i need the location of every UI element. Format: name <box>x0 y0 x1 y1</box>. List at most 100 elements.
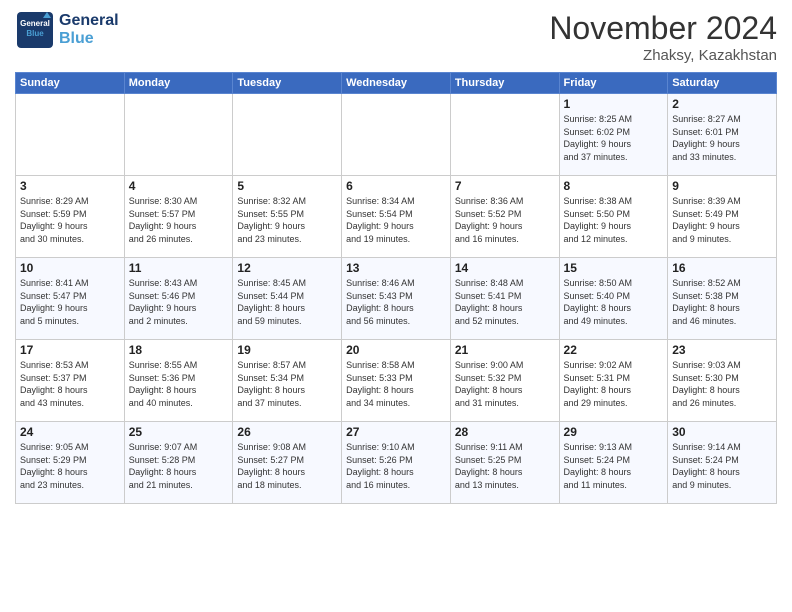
day-number: 15 <box>564 261 664 275</box>
calendar-cell: 22 Sunrise: 9:02 AM Sunset: 5:31 PM Dayli… <box>559 340 668 422</box>
day-info: Sunrise: 8:32 AM Sunset: 5:55 PM Dayligh… <box>237 195 337 245</box>
day-number: 3 <box>20 179 120 193</box>
day-info: Sunrise: 8:29 AM Sunset: 5:59 PM Dayligh… <box>20 195 120 245</box>
day-number: 22 <box>564 343 664 357</box>
col-thursday: Thursday <box>450 73 559 94</box>
calendar-cell: 23Sunrise: 9:03 AM Sunset: 5:30 PM Dayli… <box>668 340 777 422</box>
day-number: 5 <box>237 179 337 193</box>
calendar-cell: 18 Sunrise: 8:55 AM Sunset: 5:36 PM Dayli… <box>124 340 233 422</box>
day-number: 16 <box>672 261 772 275</box>
col-wednesday: Wednesday <box>342 73 451 94</box>
day-number: 26 <box>237 425 337 439</box>
day-info: Sunrise: 8:50 AM Sunset: 5:40 PM Dayligh… <box>564 277 664 327</box>
calendar-cell: 20Sunrise: 8:58 AM Sunset: 5:33 PM Dayli… <box>342 340 451 422</box>
day-number: 18 <box>129 343 229 357</box>
day-number: 21 <box>455 343 555 357</box>
day-number: 12 <box>237 261 337 275</box>
logo-icon: General Blue <box>15 10 55 50</box>
calendar-cell: 12 Sunrise: 8:45 AM Sunset: 5:44 PM Dayli… <box>233 258 342 340</box>
day-number: 24 <box>20 425 120 439</box>
calendar-cell <box>16 94 125 176</box>
col-sunday: Sunday <box>16 73 125 94</box>
day-info: Sunrise: 8:48 AM Sunset: 5:41 PM Dayligh… <box>455 277 555 327</box>
calendar-cell: 9 Sunrise: 8:39 AM Sunset: 5:49 PM Daylig… <box>668 176 777 258</box>
day-info: Sunrise: 8:46 AM Sunset: 5:43 PM Dayligh… <box>346 277 446 327</box>
calendar-cell: 19Sunrise: 8:57 AM Sunset: 5:34 PM Dayli… <box>233 340 342 422</box>
calendar-cell: 28 Sunrise: 9:11 AM Sunset: 5:25 PM Dayli… <box>450 422 559 504</box>
calendar-cell: 8 Sunrise: 8:38 AM Sunset: 5:50 PM Daylig… <box>559 176 668 258</box>
col-tuesday: Tuesday <box>233 73 342 94</box>
calendar-cell: 6Sunrise: 8:34 AM Sunset: 5:54 PM Daylig… <box>342 176 451 258</box>
location: Zhaksy, Kazakhstan <box>549 47 777 64</box>
day-info: Sunrise: 8:55 AM Sunset: 5:36 PM Dayligh… <box>129 359 229 409</box>
day-info: Sunrise: 8:27 AM Sunset: 6:01 PM Dayligh… <box>672 113 772 163</box>
calendar-cell: 15 Sunrise: 8:50 AM Sunset: 5:40 PM Dayli… <box>559 258 668 340</box>
day-info: Sunrise: 9:03 AM Sunset: 5:30 PM Dayligh… <box>672 359 772 409</box>
day-info: Sunrise: 8:34 AM Sunset: 5:54 PM Dayligh… <box>346 195 446 245</box>
calendar-cell: 3 Sunrise: 8:29 AM Sunset: 5:59 PM Daylig… <box>16 176 125 258</box>
calendar-cell: 5 Sunrise: 8:32 AM Sunset: 5:55 PM Daylig… <box>233 176 342 258</box>
day-number: 4 <box>129 179 229 193</box>
day-number: 17 <box>20 343 120 357</box>
calendar: Sunday Monday Tuesday Wednesday Thursday… <box>15 72 777 504</box>
calendar-week-row: 24Sunrise: 9:05 AM Sunset: 5:29 PM Dayli… <box>16 422 777 504</box>
calendar-cell: 1Sunrise: 8:25 AM Sunset: 6:02 PM Daylig… <box>559 94 668 176</box>
day-number: 27 <box>346 425 446 439</box>
day-number: 19 <box>237 343 337 357</box>
day-number: 25 <box>129 425 229 439</box>
day-number: 28 <box>455 425 555 439</box>
logo-text-line2: Blue <box>59 30 119 48</box>
day-info: Sunrise: 8:53 AM Sunset: 5:37 PM Dayligh… <box>20 359 120 409</box>
day-info: Sunrise: 8:58 AM Sunset: 5:33 PM Dayligh… <box>346 359 446 409</box>
day-number: 2 <box>672 97 772 111</box>
calendar-cell: 16 Sunrise: 8:52 AM Sunset: 5:38 PM Dayli… <box>668 258 777 340</box>
day-info: Sunrise: 9:11 AM Sunset: 5:25 PM Dayligh… <box>455 441 555 491</box>
calendar-week-row: 17 Sunrise: 8:53 AM Sunset: 5:37 PM Dayli… <box>16 340 777 422</box>
calendar-cell <box>450 94 559 176</box>
calendar-cell: 21Sunrise: 9:00 AM Sunset: 5:32 PM Dayli… <box>450 340 559 422</box>
col-monday: Monday <box>124 73 233 94</box>
page: General Blue General Blue November 2024 … <box>0 0 792 612</box>
svg-text:Blue: Blue <box>26 29 44 38</box>
calendar-cell: 25 Sunrise: 9:07 AM Sunset: 5:28 PM Dayli… <box>124 422 233 504</box>
calendar-cell: 7 Sunrise: 8:36 AM Sunset: 5:52 PM Daylig… <box>450 176 559 258</box>
calendar-cell: 11Sunrise: 8:43 AM Sunset: 5:46 PM Dayli… <box>124 258 233 340</box>
svg-text:General: General <box>20 19 50 28</box>
day-number: 29 <box>564 425 664 439</box>
calendar-cell <box>342 94 451 176</box>
calendar-cell: 27 Sunrise: 9:10 AM Sunset: 5:26 PM Dayli… <box>342 422 451 504</box>
calendar-cell <box>124 94 233 176</box>
day-info: Sunrise: 8:52 AM Sunset: 5:38 PM Dayligh… <box>672 277 772 327</box>
calendar-cell: 30Sunrise: 9:14 AM Sunset: 5:24 PM Dayli… <box>668 422 777 504</box>
day-info: Sunrise: 8:30 AM Sunset: 5:57 PM Dayligh… <box>129 195 229 245</box>
day-info: Sunrise: 8:38 AM Sunset: 5:50 PM Dayligh… <box>564 195 664 245</box>
day-info: Sunrise: 9:07 AM Sunset: 5:28 PM Dayligh… <box>129 441 229 491</box>
day-info: Sunrise: 9:08 AM Sunset: 5:27 PM Dayligh… <box>237 441 337 491</box>
calendar-header-row: Sunday Monday Tuesday Wednesday Thursday… <box>16 73 777 94</box>
logo-text-line1: General <box>59 12 119 30</box>
logo: General Blue General Blue <box>15 10 119 50</box>
calendar-cell: 24Sunrise: 9:05 AM Sunset: 5:29 PM Dayli… <box>16 422 125 504</box>
day-number: 7 <box>455 179 555 193</box>
day-info: Sunrise: 8:41 AM Sunset: 5:47 PM Dayligh… <box>20 277 120 327</box>
calendar-cell <box>233 94 342 176</box>
calendar-week-row: 3 Sunrise: 8:29 AM Sunset: 5:59 PM Daylig… <box>16 176 777 258</box>
day-number: 9 <box>672 179 772 193</box>
day-info: Sunrise: 9:02 AM Sunset: 5:31 PM Dayligh… <box>564 359 664 409</box>
day-info: Sunrise: 8:36 AM Sunset: 5:52 PM Dayligh… <box>455 195 555 245</box>
day-info: Sunrise: 8:43 AM Sunset: 5:46 PM Dayligh… <box>129 277 229 327</box>
day-number: 8 <box>564 179 664 193</box>
day-info: Sunrise: 9:14 AM Sunset: 5:24 PM Dayligh… <box>672 441 772 491</box>
day-info: Sunrise: 8:45 AM Sunset: 5:44 PM Dayligh… <box>237 277 337 327</box>
day-info: Sunrise: 9:13 AM Sunset: 5:24 PM Dayligh… <box>564 441 664 491</box>
day-info: Sunrise: 8:39 AM Sunset: 5:49 PM Dayligh… <box>672 195 772 245</box>
calendar-cell: 4 Sunrise: 8:30 AM Sunset: 5:57 PM Daylig… <box>124 176 233 258</box>
day-info: Sunrise: 9:10 AM Sunset: 5:26 PM Dayligh… <box>346 441 446 491</box>
day-number: 1 <box>564 97 664 111</box>
calendar-cell: 14 Sunrise: 8:48 AM Sunset: 5:41 PM Dayli… <box>450 258 559 340</box>
month-title: November 2024 <box>549 10 777 47</box>
col-saturday: Saturday <box>668 73 777 94</box>
day-number: 10 <box>20 261 120 275</box>
title-block: November 2024 Zhaksy, Kazakhstan <box>549 10 777 64</box>
day-number: 14 <box>455 261 555 275</box>
